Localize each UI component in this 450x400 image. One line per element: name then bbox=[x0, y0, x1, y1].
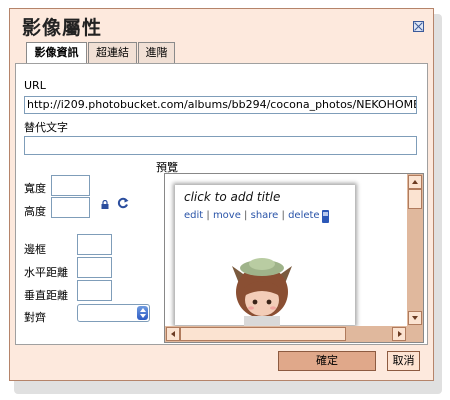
edit-link[interactable]: edit bbox=[184, 210, 203, 221]
preview-horizontal-scrollbar[interactable] bbox=[165, 326, 407, 342]
dialog-title: 影像屬性 bbox=[22, 17, 103, 39]
scrollbar-corner bbox=[407, 326, 423, 342]
select-arrows-icon bbox=[137, 306, 148, 320]
width-input[interactable] bbox=[51, 175, 90, 196]
share-link[interactable]: share bbox=[251, 210, 279, 221]
hspace-label: 水平距離 bbox=[24, 266, 68, 279]
card-links: edit | move | share | delete bbox=[184, 210, 320, 221]
dialog-titlebar[interactable]: 影像屬性 bbox=[10, 9, 433, 42]
preview-area: click to add title edit | move | share |… bbox=[164, 173, 424, 343]
vertical-scroll-thumb[interactable] bbox=[408, 189, 422, 209]
scroll-down-button[interactable] bbox=[408, 311, 422, 325]
mobile-phone-icon[interactable] bbox=[322, 210, 329, 223]
tab-advanced[interactable]: 進階 bbox=[138, 42, 175, 63]
width-label: 寬度 bbox=[24, 182, 46, 195]
border-input[interactable] bbox=[77, 234, 112, 255]
tab-panel: URL http://i209.photobucket.com/albums/b… bbox=[15, 63, 428, 345]
url-label: URL bbox=[24, 79, 46, 92]
height-input[interactable] bbox=[51, 197, 90, 218]
ok-button[interactable]: 確定 bbox=[278, 351, 376, 371]
card-title: click to add title bbox=[184, 190, 281, 204]
scroll-right-button[interactable] bbox=[392, 327, 406, 341]
scroll-up-button[interactable] bbox=[408, 175, 422, 189]
image-properties-dialog: 影像屬性 影像資訊 超連結 進階 URL http://i209.photobu… bbox=[9, 8, 434, 381]
tab-hyperlink[interactable]: 超連結 bbox=[88, 42, 137, 63]
link-separator: | bbox=[203, 210, 213, 221]
vspace-input[interactable] bbox=[77, 280, 112, 301]
tab-image-info[interactable]: 影像資訊 bbox=[26, 42, 87, 64]
cancel-button[interactable]: 取消 bbox=[387, 351, 420, 371]
preview-card: click to add title edit | move | share |… bbox=[175, 185, 355, 328]
align-select[interactable] bbox=[77, 304, 150, 322]
hspace-input[interactable] bbox=[77, 257, 112, 278]
link-separator: | bbox=[240, 210, 251, 221]
align-label: 對齊 bbox=[24, 311, 46, 324]
link-separator: | bbox=[278, 210, 289, 221]
avatar-image bbox=[232, 258, 292, 328]
move-link[interactable]: move bbox=[213, 210, 241, 221]
vspace-label: 垂直距離 bbox=[24, 289, 68, 302]
scroll-left-button[interactable] bbox=[166, 327, 180, 341]
alt-text-label: 替代文字 bbox=[24, 121, 68, 134]
url-input[interactable]: http://i209.photobucket.com/albums/bb294… bbox=[24, 96, 417, 114]
height-label: 高度 bbox=[24, 205, 46, 218]
delete-link[interactable]: delete bbox=[288, 210, 320, 221]
close-icon[interactable] bbox=[413, 21, 424, 32]
horizontal-scroll-thumb[interactable] bbox=[180, 327, 346, 341]
alt-text-input[interactable] bbox=[24, 136, 417, 155]
border-label: 邊框 bbox=[24, 243, 46, 256]
lock-icon[interactable] bbox=[101, 200, 109, 209]
reset-size-icon[interactable] bbox=[117, 197, 129, 209]
preview-vertical-scrollbar[interactable] bbox=[407, 174, 423, 326]
